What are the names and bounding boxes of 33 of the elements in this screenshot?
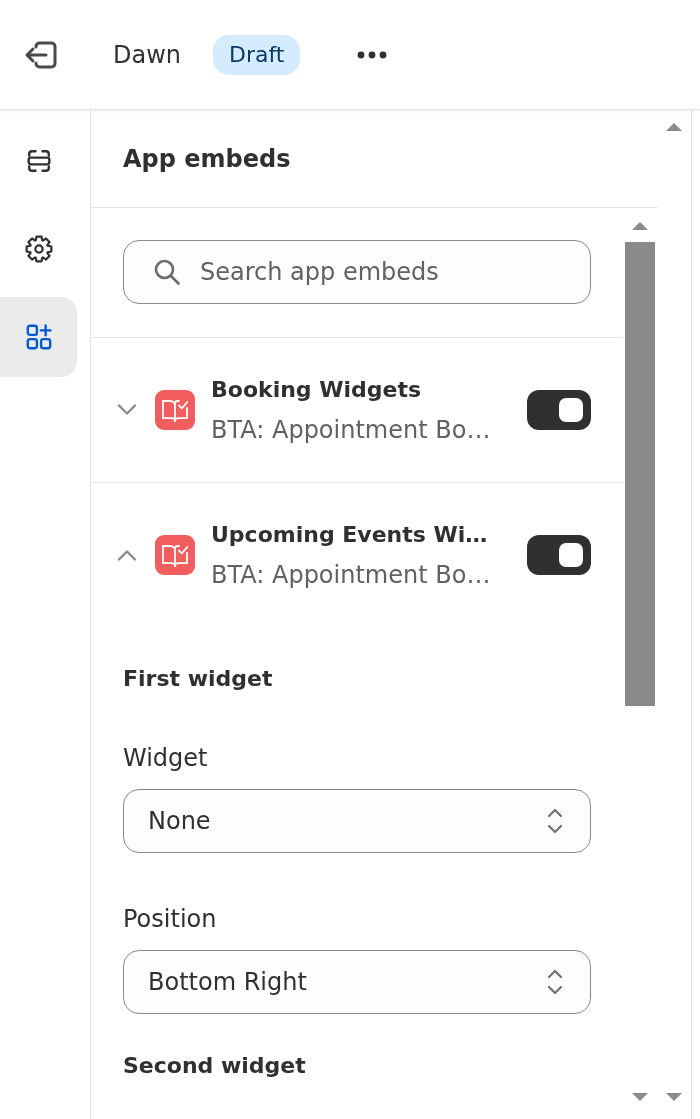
embed-title: Upcoming Events Wi… xyxy=(211,521,489,549)
exit-icon[interactable] xyxy=(24,40,58,69)
settings-icon xyxy=(24,235,53,263)
select-field[interactable]: Bottom Right xyxy=(123,950,591,1014)
status-badge: Draft xyxy=(213,34,301,75)
scroll-down-arrow-icon[interactable] xyxy=(666,1093,682,1101)
panel-title: App embeds xyxy=(123,143,291,175)
scrollbar-thumb[interactable] xyxy=(625,242,655,706)
scroll-up-arrow-icon[interactable] xyxy=(632,222,648,230)
search-field[interactable]: Search app embeds xyxy=(123,240,591,304)
scroll-down-arrow-icon[interactable] xyxy=(632,1093,648,1101)
embed-subtitle: BTA: Appointment Bo… xyxy=(211,560,492,591)
dashed-layout-icon xyxy=(24,147,53,175)
chevron-up-icon[interactable] xyxy=(117,549,137,561)
chevron-up-down-icon xyxy=(547,969,563,995)
chevron-up-down-icon xyxy=(547,808,563,834)
book-check-icon xyxy=(155,390,195,430)
more-icon[interactable] xyxy=(357,50,388,59)
grid-plus-icon xyxy=(24,323,53,351)
select-field[interactable]: None xyxy=(123,789,591,853)
field-label: Widget xyxy=(123,743,209,774)
field-label: Position xyxy=(123,904,218,935)
embed-title: Booking Widgets xyxy=(211,376,423,404)
section-heading: Second widget xyxy=(123,1052,307,1080)
section-heading: First widget xyxy=(123,665,274,693)
embed-subtitle: BTA: Appointment Bo… xyxy=(211,415,492,446)
theme-name: Dawn xyxy=(113,39,182,71)
toggle-switch[interactable] xyxy=(527,535,591,575)
chevron-down-icon[interactable] xyxy=(117,404,137,416)
search-icon xyxy=(153,258,181,286)
scroll-up-arrow-icon[interactable] xyxy=(666,123,682,131)
toggle-switch[interactable] xyxy=(527,390,591,430)
book-check-icon xyxy=(155,535,195,575)
